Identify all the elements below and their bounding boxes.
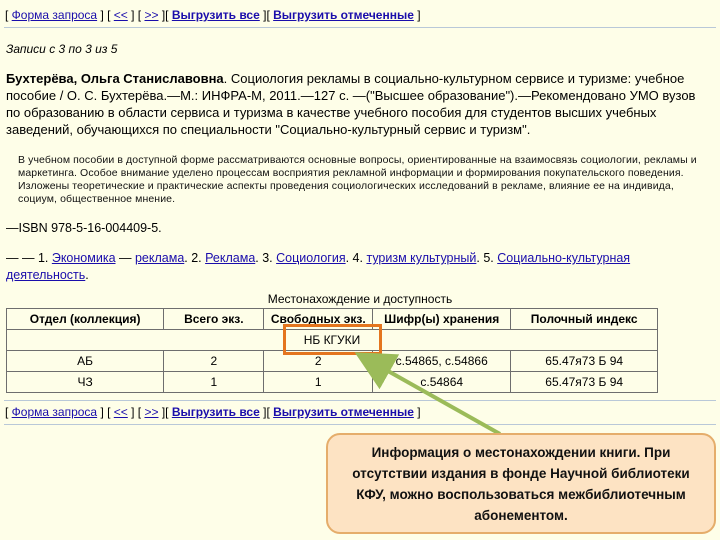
subject-link-economics[interactable]: Экономика bbox=[52, 251, 116, 265]
library-highlight-box bbox=[283, 324, 382, 355]
subject-separator: . 5. bbox=[476, 251, 498, 265]
top-nav: [ Форма запроса ] [ << ] [ >> ][ Выгрузи… bbox=[5, 8, 421, 22]
bottom-divider-lower bbox=[4, 424, 716, 425]
records-info: Записи с 3 по 3 из 5 bbox=[6, 42, 118, 56]
bottom-divider bbox=[4, 400, 716, 401]
cell-total-copies: 1 bbox=[163, 371, 265, 393]
export-marked-link[interactable]: Выгрузить отмеченные bbox=[273, 405, 414, 419]
catalog-page: [ Форма запроса ] [ << ] [ >> ][ Выгрузи… bbox=[0, 0, 720, 540]
subject-link-cultural-tourism[interactable]: туризм культурный bbox=[366, 251, 476, 265]
subject-separator: . 2. bbox=[184, 251, 206, 265]
column-header-total-copies: Всего экз. bbox=[163, 308, 265, 330]
record-abstract: В учебном пособии в доступной форме расс… bbox=[18, 154, 697, 205]
cell-free-copies: 1 bbox=[263, 371, 374, 393]
table-row: ЧЗ 1 1 с.54864 65.47я73 Б 94 bbox=[5, 371, 658, 393]
cell-shelf-index: 65.47я73 Б 94 bbox=[510, 371, 658, 393]
cell-storage-code: с.54864 bbox=[372, 371, 512, 393]
prev-page-link[interactable]: << bbox=[114, 405, 128, 419]
subject-headings: — — 1. Экономика — реклама. 2. Реклама. … bbox=[6, 250, 706, 284]
next-page-link[interactable]: >> bbox=[144, 405, 158, 419]
export-all-link[interactable]: Выгрузить все bbox=[172, 8, 260, 22]
cell-storage-code: с.54865, с.54866 bbox=[372, 350, 512, 372]
column-header-shelf-index: Полочный индекс bbox=[510, 308, 658, 330]
cell-shelf-index: 65.47я73 Б 94 bbox=[510, 350, 658, 372]
column-header-department: Отдел (коллекция) bbox=[5, 308, 165, 330]
info-callout: Информация о местонахождении книги. При … bbox=[326, 433, 716, 534]
next-page-link[interactable]: >> bbox=[144, 8, 158, 22]
query-form-link[interactable]: Форма запроса bbox=[12, 8, 97, 22]
cell-total-copies: 2 bbox=[163, 350, 265, 372]
callout-text: Информация о местонахождении книги. При … bbox=[352, 444, 690, 523]
export-all-link[interactable]: Выгрузить все bbox=[172, 405, 260, 419]
bibliographic-record: Бухтерёва, Ольга Станиславовна. Социолог… bbox=[6, 70, 710, 138]
subject-separator: . 4. bbox=[345, 251, 367, 265]
top-divider bbox=[4, 27, 716, 28]
prev-page-link[interactable]: << bbox=[114, 8, 128, 22]
subject-separator: — bbox=[115, 251, 135, 265]
subject-link-advertising[interactable]: реклама bbox=[135, 251, 184, 265]
cell-department: АБ bbox=[5, 350, 165, 372]
subjects-suffix: . bbox=[85, 268, 89, 282]
query-form-link[interactable]: Форма запроса bbox=[12, 405, 97, 419]
subjects-prefix: — — 1. bbox=[6, 251, 52, 265]
column-header-storage-code: Шифр(ы) хранения bbox=[372, 308, 512, 330]
export-marked-link[interactable]: Выгрузить отмеченные bbox=[273, 8, 414, 22]
subject-link-sociology[interactable]: Социология bbox=[276, 251, 346, 265]
record-author: Бухтерёва, Ольга Станиславовна bbox=[6, 71, 224, 86]
bottom-nav: [ Форма запроса ] [ << ] [ >> ][ Выгрузи… bbox=[5, 405, 421, 419]
subject-link-advertising-2[interactable]: Реклама bbox=[205, 251, 255, 265]
subject-separator: . 3. bbox=[255, 251, 277, 265]
cell-department: ЧЗ bbox=[5, 371, 165, 393]
location-table-caption: Местонахождение и доступность bbox=[267, 292, 453, 306]
record-isbn: —ISBN 978-5-16-004409-5. bbox=[6, 221, 162, 235]
